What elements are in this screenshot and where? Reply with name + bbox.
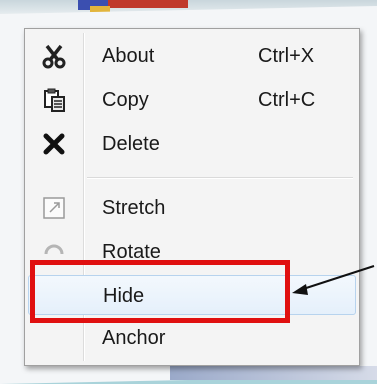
menu-item-label: Stretch — [102, 197, 166, 219]
callout-arrow-icon — [292, 265, 375, 295]
delete-x-icon — [28, 124, 80, 164]
scissors-icon — [28, 36, 80, 76]
menu-item-about[interactable]: About Ctrl+X — [28, 36, 356, 76]
menu-item-label: Anchor — [102, 327, 166, 349]
stretch-icon — [28, 188, 80, 228]
background-graphic — [108, 0, 188, 8]
menu-item-anchor[interactable]: Anchor — [28, 318, 356, 358]
menu-item-label: Copy — [102, 89, 149, 111]
menu-item-label: Delete — [102, 133, 160, 155]
menu-item-shortcut: Ctrl+X — [258, 45, 315, 67]
menu-item-shortcut: Ctrl+C — [258, 89, 316, 111]
background-graphic-bottom — [170, 366, 377, 380]
menu-item-stretch[interactable]: Stretch — [28, 188, 356, 228]
menu-separator — [87, 177, 353, 179]
menu-item-label: About — [102, 45, 155, 67]
menu-item-delete[interactable]: Delete — [28, 124, 356, 164]
menu-item-copy[interactable]: Copy Ctrl+C — [28, 80, 356, 120]
highlight-callout-box — [30, 260, 290, 323]
copy-clipboard-icon — [28, 80, 80, 120]
